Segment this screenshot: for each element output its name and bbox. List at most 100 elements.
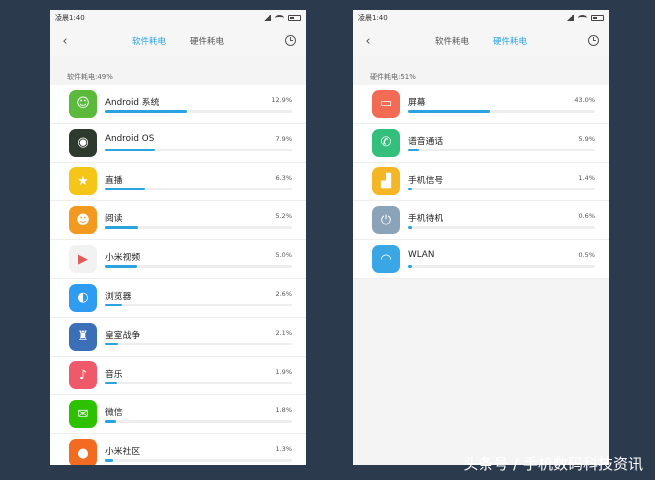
clash-royale-icon: ♜ <box>69 322 97 351</box>
tab-bar: 软件耗电 硬件耗电 <box>50 35 306 47</box>
item-name: 直播 <box>105 175 123 186</box>
item-name: WLAN <box>408 250 435 261</box>
tab-bar: 软件耗电 硬件耗电 <box>353 35 609 47</box>
list-item[interactable]: ▶ 小米视频 5.0% <box>50 240 306 279</box>
status-time: 凌晨1:40 <box>358 14 388 22</box>
item-percent: 5.9% <box>578 134 595 143</box>
app-usage-list: ☺ Android 系统 12.9% ◉ Android OS 7.9% ★ 直播 6.3% ☻ 阅… <box>50 85 306 465</box>
item-name: 微信 <box>105 408 123 419</box>
tab-software-power[interactable]: 软件耗电 <box>132 35 166 47</box>
list-item[interactable]: ⏻ 手机待机 0.6% <box>353 201 609 241</box>
android-system-icon: ☺ <box>69 89 97 118</box>
item-percent: 43.0% <box>574 96 595 104</box>
live-star-icon: ★ <box>69 167 97 196</box>
reading-icon: ☻ <box>69 206 97 235</box>
usage-progress-bar <box>105 187 292 191</box>
item-percent: 2.6% <box>275 289 292 298</box>
top-bar: ‹ 软件耗电 硬件耗电 <box>353 26 609 56</box>
usage-progress-fill <box>105 110 188 113</box>
back-arrow-icon[interactable]: ‹ <box>361 34 375 49</box>
software-power-screen: 凌晨1:40 ‹ 软件耗电 硬件耗电 软件耗电:49% ☺ Android 系统 1… <box>50 10 306 465</box>
usage-progress-fill <box>105 303 122 307</box>
hardware-power-screen: 凌晨1:40 ‹ 软件耗电 硬件耗电 硬件耗电:51% ▭ 屏幕 43.0% ✆ 语音通… <box>353 10 609 465</box>
usage-progress-bar <box>408 226 595 229</box>
music-icon: ♪ <box>69 361 97 390</box>
item-name: 小米社区 <box>105 447 141 458</box>
top-bar: ‹ 软件耗电 硬件耗电 <box>50 26 306 56</box>
power-icon: ⏻ <box>372 206 400 235</box>
item-name: 音乐 <box>105 369 123 380</box>
status-time: 凌晨1:40 <box>55 14 85 22</box>
usage-progress-bar <box>105 148 292 152</box>
cell-signal-icon <box>263 15 271 21</box>
usage-progress-fill <box>408 265 412 268</box>
item-name: 语音通话 <box>408 136 444 147</box>
list-item[interactable]: ☻ 阅读 5.2% <box>50 201 306 241</box>
battery-icon <box>591 15 604 21</box>
section-label: 硬件耗电:51% <box>370 73 416 81</box>
watermark: 头条号 / 手机数码科技资讯 <box>463 455 643 473</box>
item-percent: 1.3% <box>275 445 292 454</box>
usage-progress-fill <box>105 342 119 346</box>
usage-progress-fill <box>105 148 156 152</box>
item-percent: 1.9% <box>275 367 292 376</box>
back-arrow-icon[interactable]: ‹ <box>58 34 72 49</box>
usage-progress-bar <box>105 381 292 385</box>
list-item[interactable]: ♪ 音乐 1.9% <box>50 357 306 396</box>
item-percent: 1.4% <box>578 173 595 182</box>
browser-icon: ◐ <box>69 283 97 312</box>
item-name: 浏览器 <box>105 291 132 302</box>
wifi-icon: ◠ <box>372 245 400 274</box>
list-item[interactable]: ▭ 屏幕 43.0% <box>353 85 609 124</box>
item-name: 手机信号 <box>408 175 444 186</box>
usage-progress-fill <box>105 381 118 385</box>
screen-icon: ▭ <box>372 89 400 118</box>
item-name: Android 系统 <box>105 98 160 108</box>
usage-progress-bar <box>105 265 292 268</box>
usage-progress-fill <box>408 148 420 152</box>
list-item[interactable]: ◉ Android OS 7.9% <box>50 124 306 163</box>
usage-progress-fill <box>105 420 117 423</box>
item-name: 屏幕 <box>408 98 426 108</box>
list-item[interactable]: ♜ 皇室战争 2.1% <box>50 318 306 357</box>
play-icon: ▶ <box>69 245 97 274</box>
wifi-status-icon <box>578 15 587 21</box>
list-item[interactable]: ✆ 语音通话 5.9% <box>353 124 609 163</box>
battery-icon <box>288 15 301 21</box>
usage-progress-bar <box>105 459 292 462</box>
hardware-usage-list: ▭ 屏幕 43.0% ✆ 语音通话 5.9% ▟ 手机信号 1.4% ⏻ 手机待机 0.6% ◠ WLAN… <box>353 85 609 279</box>
usage-progress-bar <box>408 265 595 268</box>
list-item[interactable]: ★ 直播 6.3% <box>50 163 306 202</box>
usage-progress-fill <box>105 226 139 229</box>
usage-progress-fill <box>408 226 412 229</box>
tab-software-power[interactable]: 软件耗电 <box>435 35 469 47</box>
tab-hardware-power[interactable]: 硬件耗电 <box>190 35 224 47</box>
item-percent: 5.0% <box>275 251 292 260</box>
usage-progress-fill <box>105 265 137 268</box>
wechat-icon: ✉ <box>69 400 97 429</box>
mi-community-icon: ● <box>69 439 97 465</box>
list-item[interactable]: ◠ WLAN 0.5% <box>353 240 609 279</box>
usage-progress-bar <box>105 226 292 229</box>
tab-hardware-power[interactable]: 硬件耗电 <box>493 35 527 47</box>
usage-progress-fill <box>105 459 114 462</box>
list-item[interactable]: ● 小米社区 1.3% <box>50 434 306 465</box>
list-item[interactable]: ✉ 微信 1.8% <box>50 395 306 435</box>
history-clock-icon[interactable] <box>588 35 599 46</box>
item-percent: 0.6% <box>578 212 595 221</box>
item-percent: 12.9% <box>271 96 292 104</box>
usage-progress-bar <box>105 303 292 307</box>
list-item[interactable]: ☺ Android 系统 12.9% <box>50 85 306 124</box>
usage-progress-bar <box>408 148 595 152</box>
list-item[interactable]: ◐ 浏览器 2.6% <box>50 279 306 318</box>
item-name: 手机待机 <box>408 214 444 225</box>
wifi-status-icon <box>275 15 284 21</box>
item-name: 小米视频 <box>105 253 141 264</box>
item-name: 皇室战争 <box>105 330 141 341</box>
usage-progress-fill <box>105 187 146 191</box>
usage-progress-bar <box>105 110 292 113</box>
list-item[interactable]: ▟ 手机信号 1.4% <box>353 163 609 202</box>
phone-call-icon: ✆ <box>372 128 400 157</box>
history-clock-icon[interactable] <box>285 35 296 46</box>
usage-progress-bar <box>408 187 595 191</box>
